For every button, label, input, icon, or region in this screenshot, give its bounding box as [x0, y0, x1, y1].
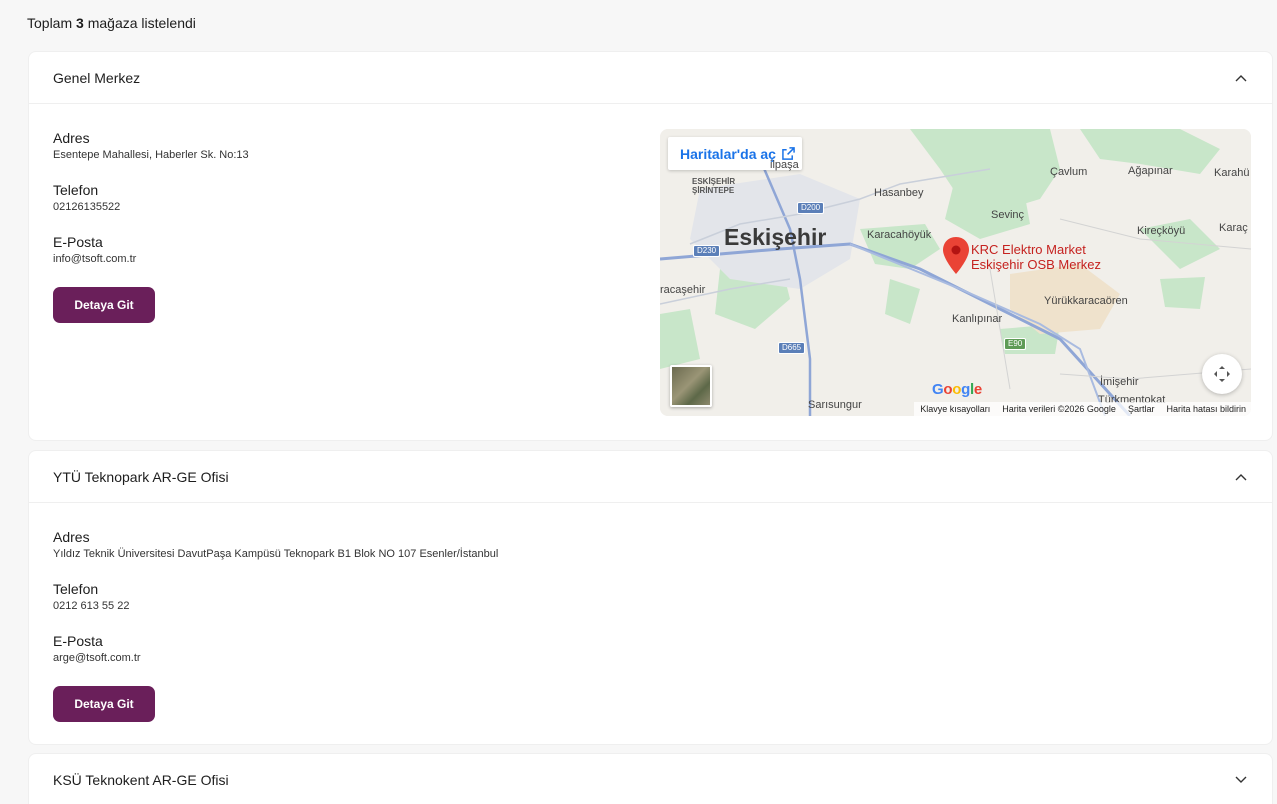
- marker-label[interactable]: KRC Elektro Market Eskişehir OSB Merkez: [971, 242, 1101, 272]
- address-label: Adres: [53, 529, 90, 545]
- place-label: racaşehir: [660, 284, 706, 296]
- city-label: Eskişehir: [724, 224, 827, 250]
- google-logo: Google: [932, 381, 982, 398]
- summary-prefix: Toplam: [27, 15, 73, 31]
- store-card-body: Adres Esentepe Mahallesi, Haberler Sk. N…: [29, 104, 1272, 416]
- detail-button[interactable]: Detaya Git: [53, 287, 155, 323]
- place-label: Sarısungur: [808, 399, 862, 411]
- store-card-header[interactable]: KSÜ Teknokent AR-GE Ofisi: [29, 754, 1272, 804]
- phone-label: Telefon: [53, 581, 99, 597]
- report-map-error-link[interactable]: Harita hatası bildirin: [1166, 404, 1246, 414]
- place-label: Çavlum: [1050, 166, 1088, 178]
- store-title: KSÜ Teknokent AR-GE Ofisi: [53, 772, 229, 788]
- road-badge: D200: [797, 202, 825, 214]
- map-attribution: Klavye kısayolları Harita verileri ©2026…: [914, 402, 1251, 416]
- expand-icon: [1214, 366, 1230, 382]
- marker-label-line2: Eskişehir OSB Merkez: [971, 257, 1102, 272]
- place-label: Karahü: [1214, 167, 1250, 179]
- phone-value: 0212 613 55 22: [53, 600, 130, 612]
- place-label: İmişehir: [1100, 376, 1139, 388]
- store-map[interactable]: Haritalar'da aç ilpaşa ESKİŞEHİR ŞİRİNTE…: [660, 129, 1251, 416]
- place-label: Karacahöyük: [867, 229, 932, 241]
- open-in-maps-label: Haritalar'da aç: [680, 145, 776, 162]
- store-card-header[interactable]: YTÜ Teknopark AR-GE Ofisi: [29, 451, 1272, 503]
- store-card-ytu-teknopark: YTÜ Teknopark AR-GE Ofisi Adres Yıldız T…: [28, 450, 1273, 745]
- fullscreen-button[interactable]: [1202, 354, 1242, 394]
- store-title: YTÜ Teknopark AR-GE Ofisi: [53, 468, 229, 485]
- place-label: Ağapınar: [1128, 165, 1173, 177]
- chevron-up-icon[interactable]: [1234, 470, 1248, 484]
- store-card-body: Adres Yıldız Teknik Üniversitesi DavutPa…: [29, 503, 1272, 722]
- place-label: Hasanbey: [874, 187, 924, 199]
- place-label: Kanlıpınar: [952, 313, 1003, 325]
- keyboard-shortcuts-link[interactable]: Klavye kısayolları: [920, 404, 990, 414]
- place-label: Karaç: [1219, 222, 1248, 234]
- email-label: E-Posta: [53, 633, 103, 649]
- place-label: ŞİRİNTEPE: [692, 186, 735, 195]
- address-value: Yıldız Teknik Üniversitesi DavutPaşa Kam…: [53, 548, 499, 560]
- store-count-summary: Toplam 3 mağaza listelendi: [27, 15, 196, 31]
- store-card-header[interactable]: Genel Merkez: [29, 52, 1272, 104]
- place-label: Kireçköyü: [1137, 225, 1186, 237]
- road-badge: D230: [693, 245, 721, 257]
- place-label: Sevinç: [991, 209, 1025, 221]
- chevron-down-icon[interactable]: [1234, 773, 1248, 787]
- store-title: Genel Merkez: [53, 69, 141, 86]
- road-badge: E90: [1004, 338, 1027, 350]
- road-badge: D665: [778, 342, 806, 354]
- marker-label-line1: KRC Elektro Market: [971, 242, 1086, 257]
- place-label: ilpaşa: [770, 159, 799, 171]
- email-value: arge@tsoft.com.tr: [53, 652, 141, 664]
- map-data-text: Harita verileri ©2026 Google: [1002, 404, 1116, 414]
- store-card-genel-merkez: Genel Merkez Adres Esentepe Mahallesi, H…: [28, 51, 1273, 441]
- detail-button[interactable]: Detaya Git: [53, 686, 155, 722]
- summary-suffix: mağaza listelendi: [87, 15, 196, 31]
- terms-link[interactable]: Şartlar: [1128, 404, 1155, 414]
- place-label: Yürükkaracaören: [1044, 295, 1128, 307]
- store-card-ksu-teknokent: KSÜ Teknokent AR-GE Ofisi: [28, 753, 1273, 804]
- summary-count: 3: [76, 15, 84, 31]
- satellite-view-toggle[interactable]: [670, 365, 712, 407]
- chevron-up-icon[interactable]: [1234, 71, 1248, 85]
- place-label: ESKİŞEHİR: [692, 177, 736, 186]
